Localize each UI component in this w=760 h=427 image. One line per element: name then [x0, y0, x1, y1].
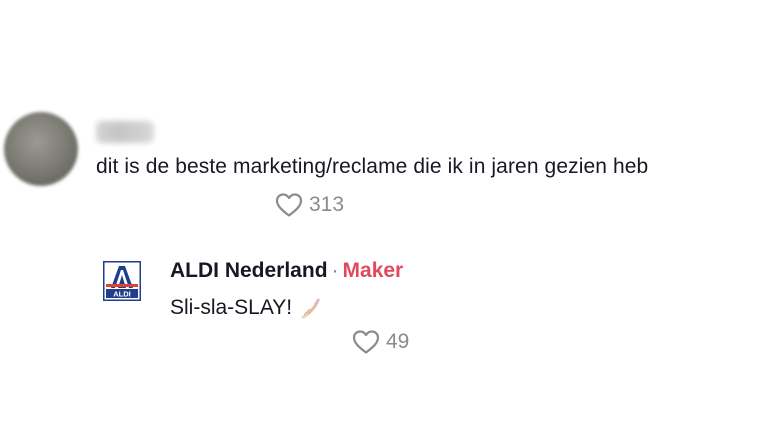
comment-thread: dit is de beste marketing/reclame die ik… — [0, 0, 760, 427]
reply-author-name[interactable]: ALDI Nederland — [170, 259, 328, 282]
reply-text-row: Sli-sla-SLAY! — [170, 296, 324, 320]
comment-like-count: 313 — [309, 193, 345, 216]
reply-text: Sli-sla-SLAY! — [170, 296, 293, 319]
heart-icon — [275, 193, 303, 217]
reply-header: ALDI Nederland · Maker — [170, 259, 403, 283]
comment-text: dit is de beste marketing/reclame die ik… — [96, 155, 649, 178]
heart-icon — [352, 330, 380, 354]
aldi-logo[interactable]: ALDI — [103, 261, 141, 301]
comment-like-button[interactable]: 313 — [275, 192, 344, 218]
commenter-avatar[interactable] — [4, 112, 78, 186]
reply-like-count: 49 — [386, 330, 410, 353]
svg-text:ALDI: ALDI — [113, 290, 131, 299]
separator-dot: · — [331, 259, 339, 282]
creator-badge: Maker — [342, 259, 404, 282]
reply-like-button[interactable]: 49 — [352, 329, 409, 355]
commenter-username-blurred[interactable] — [96, 121, 154, 143]
nail-polish-icon — [301, 298, 320, 319]
